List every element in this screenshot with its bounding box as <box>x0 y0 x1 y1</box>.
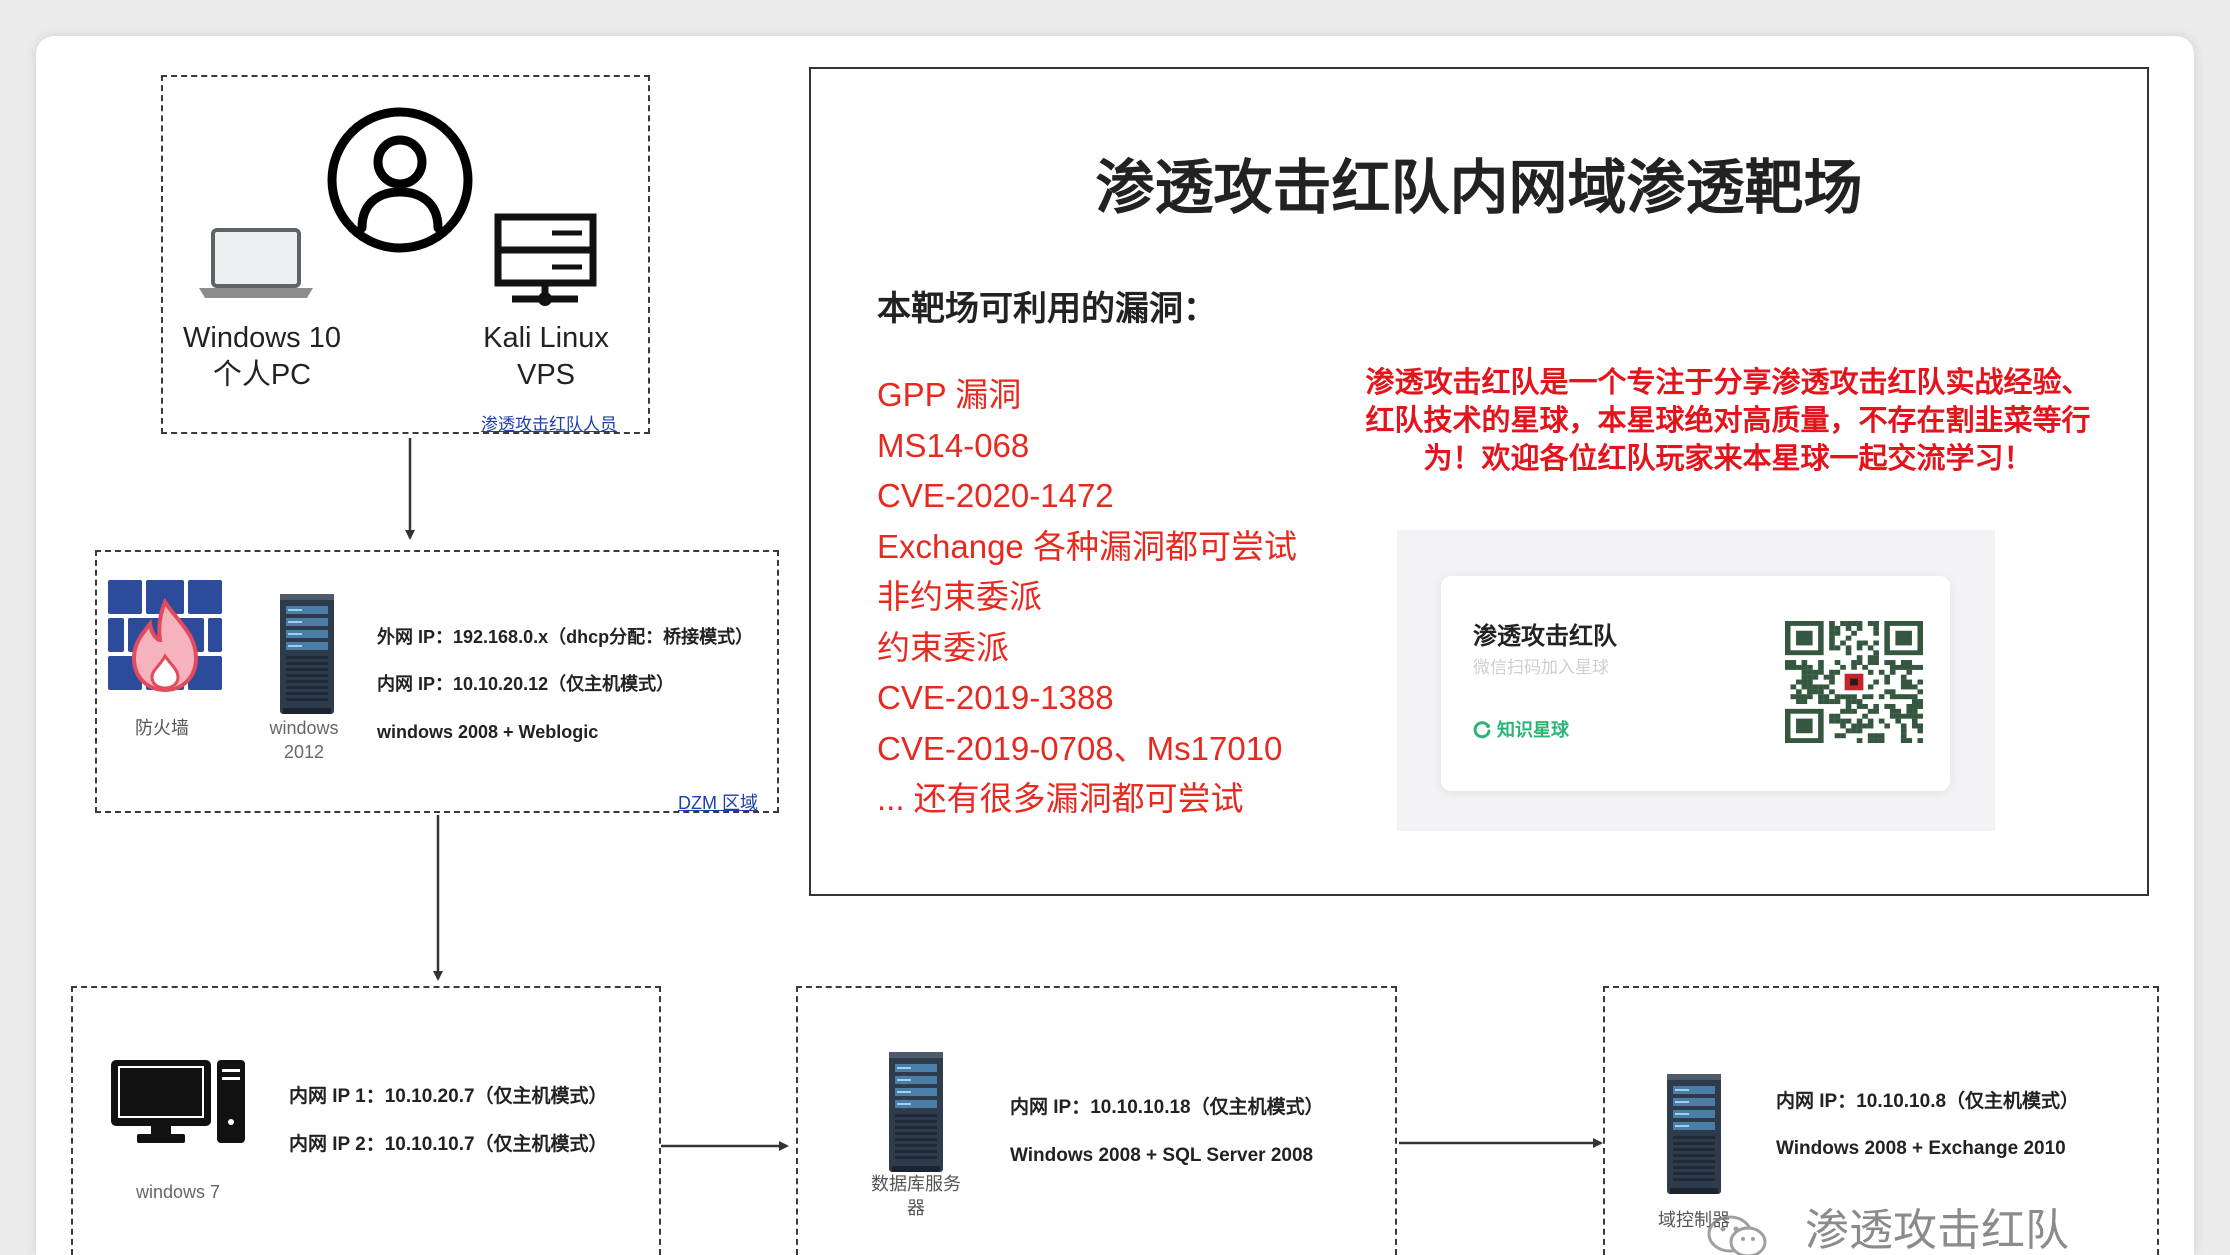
wechat-icon <box>1706 1214 1768 1255</box>
arrows-layer <box>405 438 1603 1151</box>
page: Windows 10 个人PC Kali Linux VPS 渗透攻击红队人员 … <box>0 0 2230 1255</box>
watermark-text: 渗透攻击红队 <box>1805 1206 2069 1255</box>
